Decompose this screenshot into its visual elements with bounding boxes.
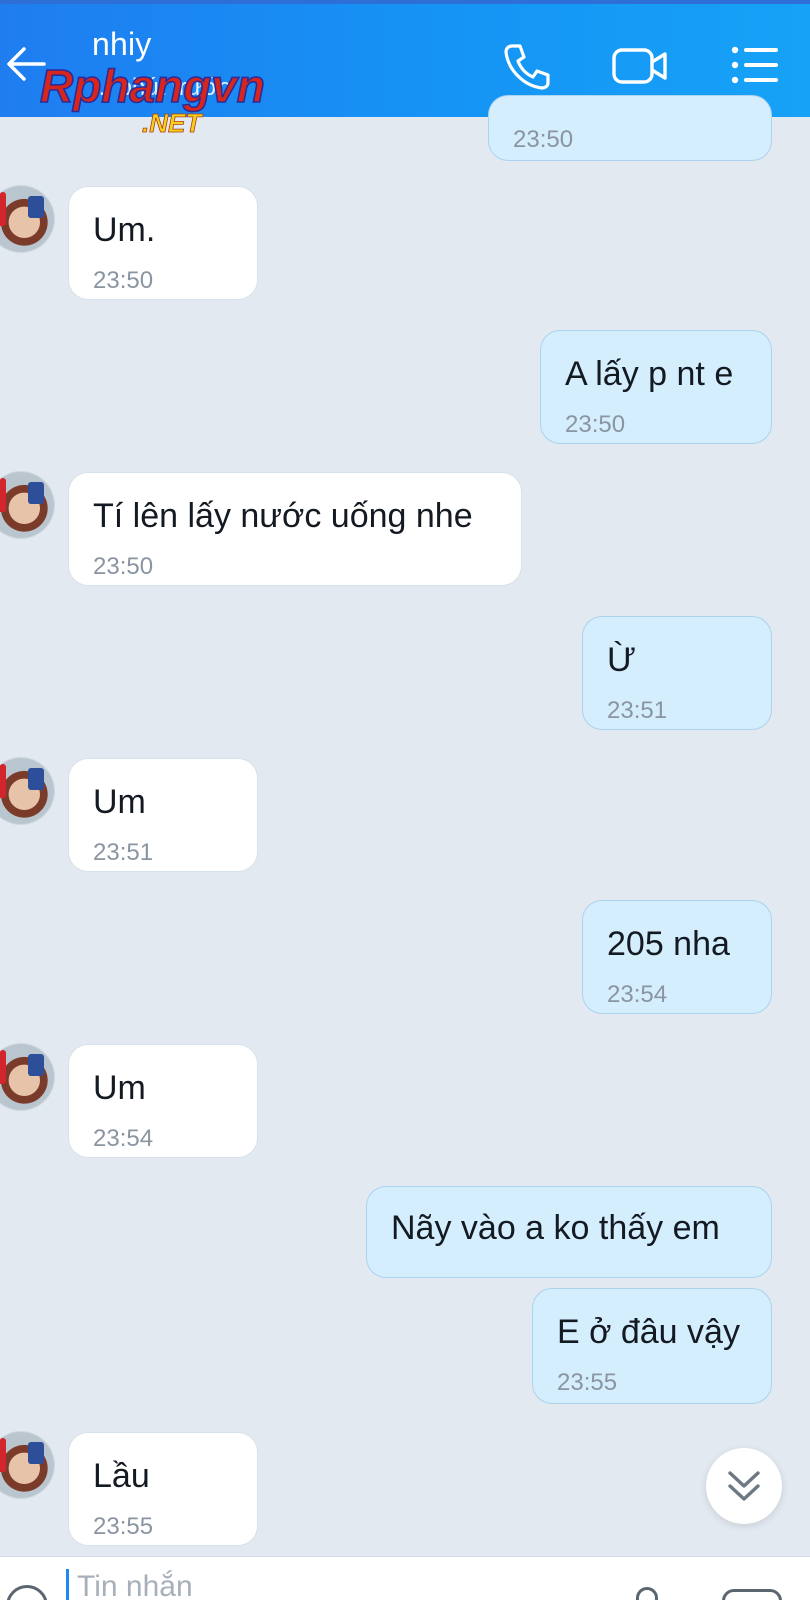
message-time: 23:54: [607, 981, 668, 1008]
incoming-message[interactable]: Um. 23:50: [68, 186, 258, 300]
scroll-to-bottom-button[interactable]: [706, 1448, 782, 1524]
menu-button[interactable]: [726, 38, 782, 94]
incoming-message[interactable]: Lầu 23:55: [68, 1432, 258, 1546]
message-time: 23:55: [557, 1369, 618, 1396]
incoming-message[interactable]: Um 23:54: [68, 1044, 258, 1158]
message-text: Lầu: [93, 1457, 150, 1495]
contact-name[interactable]: nhiy: [92, 26, 152, 63]
contact-avatar[interactable]: [0, 1432, 54, 1498]
message-text: Um: [93, 1069, 146, 1107]
outgoing-message[interactable]: Nãy vào a ko thấy em: [366, 1186, 772, 1278]
incoming-message[interactable]: Um 23:51: [68, 758, 258, 872]
message-input[interactable]: [66, 1569, 566, 1600]
message-text: 205 nha: [607, 925, 730, 963]
contact-avatar[interactable]: [0, 758, 54, 824]
video-call-button[interactable]: [610, 38, 667, 94]
message-text: Um: [93, 783, 146, 821]
incoming-message[interactable]: Tí lên lấy nước uống nhe 23:50: [68, 472, 522, 586]
message-text: Nãy vào a ko thấy em: [391, 1209, 720, 1247]
outgoing-message[interactable]: A lấy p nt e 23:50: [540, 330, 772, 444]
message-text: Ừ: [607, 641, 637, 679]
message-text: Um.: [93, 211, 156, 249]
message-time: 23:50: [93, 267, 154, 294]
contact-avatar[interactable]: [0, 186, 54, 252]
message-time: 23:54: [93, 1125, 154, 1152]
message-time: 23:50: [513, 126, 574, 153]
emoji-button[interactable]: [6, 1585, 48, 1600]
contact-avatar[interactable]: [0, 472, 54, 538]
message-text: Tí lên lấy nước uống nhe: [93, 497, 473, 535]
watermark-logo: Rphangvn .NET: [39, 62, 265, 138]
message-time: 23:50: [565, 411, 626, 438]
watermark-main: Rphangvn: [40, 62, 265, 112]
call-button[interactable]: [498, 38, 554, 94]
phone-icon: [504, 44, 550, 90]
message-time: 23:50: [93, 553, 154, 580]
contact-avatar[interactable]: [0, 1044, 54, 1110]
message-time: 23:51: [607, 697, 668, 724]
message-composer: [0, 1556, 810, 1600]
message-time: 23:51: [93, 839, 154, 866]
outgoing-message[interactable]: 205 nha 23:54: [582, 900, 772, 1014]
message-text: A lấy p nt e: [565, 355, 734, 393]
image-button[interactable]: [722, 1589, 782, 1600]
message-time: 23:55: [93, 1513, 154, 1540]
outgoing-message[interactable]: E ở đâu vậy 23:55: [532, 1288, 772, 1404]
outgoing-message[interactable]: 23:50: [488, 95, 772, 161]
double-chevron-down-icon: [728, 1471, 760, 1501]
list-menu-icon: [731, 46, 778, 84]
watermark-sub: .NET: [142, 108, 203, 138]
message-text: E ở đâu vậy: [557, 1313, 740, 1351]
outgoing-message[interactable]: Ừ 23:51: [582, 616, 772, 730]
video-camera-icon: [612, 48, 667, 84]
microphone-button[interactable]: [636, 1587, 658, 1600]
